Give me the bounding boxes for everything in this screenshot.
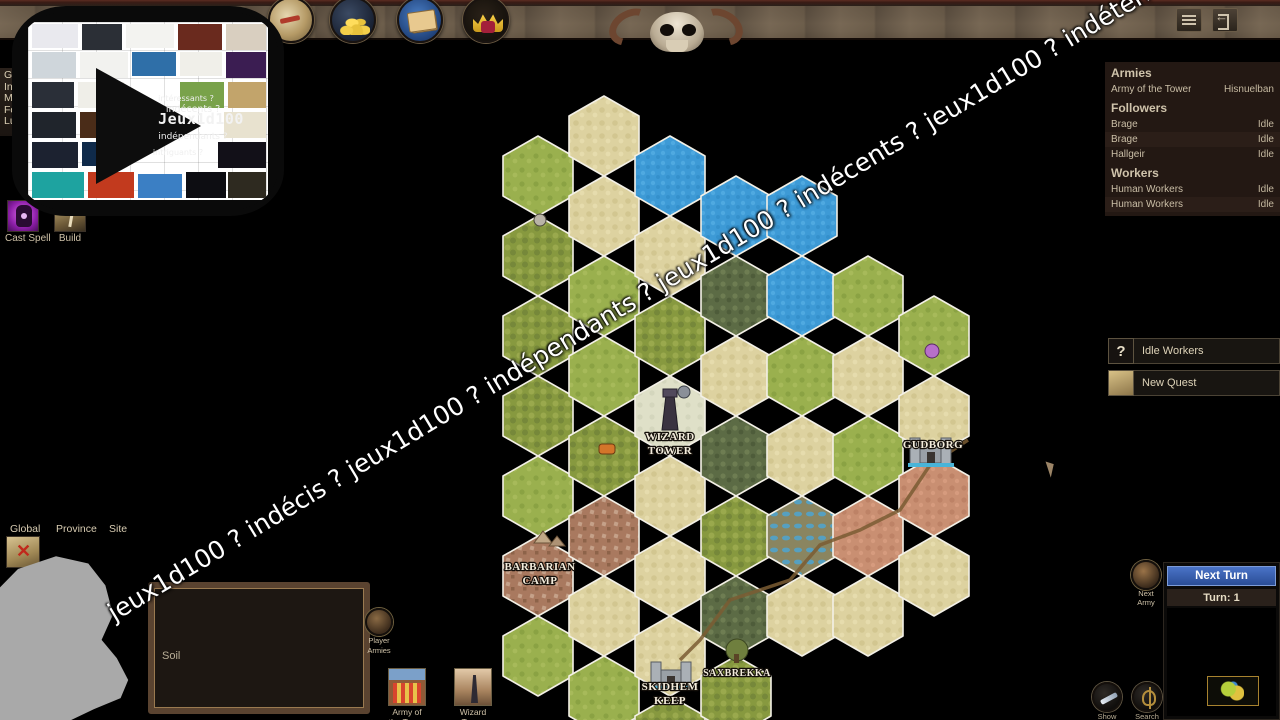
- book-page-front: [406, 9, 438, 33]
- new-quest-label: New Quest: [1134, 370, 1280, 396]
- tab-global[interactable]: Global: [10, 523, 40, 535]
- roster-section-title-armies: Armies: [1111, 66, 1152, 80]
- resource-marker-ore: [598, 443, 616, 455]
- cast-spell-label: Cast Spell: [5, 233, 51, 244]
- minimap[interactable]: [1167, 608, 1276, 716]
- channel-branding-overlay: intéressants ? indécents ? Jeux1d100 ind…: [18, 12, 278, 210]
- roster-row-name: Brage: [1111, 119, 1138, 130]
- question-mark-icon: ?: [1108, 338, 1134, 364]
- map-label-gudborg: GUDBORG: [903, 439, 963, 451]
- alerts-panel: ? Idle Workers New Quest: [1108, 338, 1280, 402]
- map-label-wizard-tower-line2: TOWER: [648, 445, 693, 457]
- map-label-barbarian-camp-line1: BARBARIAN: [504, 561, 575, 573]
- tab-site[interactable]: Site: [109, 523, 127, 535]
- exit-icon: [1215, 9, 1232, 30]
- roster-row-army[interactable]: Army of the Tower Hisnuelban: [1105, 82, 1280, 97]
- roster-row-name: Human Workers: [1111, 184, 1184, 195]
- tagline-3: intriguants ?: [152, 148, 204, 157]
- info-panel-text: Soil: [162, 650, 181, 662]
- turn-panel: Next Turn Turn: 1: [1163, 562, 1280, 720]
- map-label-skidhem-line2: KEEP: [654, 695, 686, 707]
- roster-row-worker[interactable]: Human Workers Idle: [1105, 197, 1280, 212]
- gold-coins-glyph: [340, 13, 370, 35]
- turn-counter: Turn: 1: [1167, 589, 1276, 606]
- map-label-skidhem-line1: SKIDHEM: [642, 681, 699, 693]
- player-armies-label-line1: Player: [368, 636, 390, 645]
- roster-row-value: Idle: [1257, 149, 1274, 160]
- resource-marker-arcane: [924, 343, 940, 359]
- roster-row-value: Idle: [1257, 134, 1274, 145]
- map-label-saxbrekka: SAXBREKKA: [703, 668, 771, 679]
- minimap-thumbnail[interactable]: [1207, 676, 1259, 706]
- roster-row-name: Army of the Tower: [1111, 84, 1192, 95]
- player-armies-icon: [365, 608, 393, 636]
- channel-name: Jeux1d100: [158, 110, 244, 128]
- map-label-barbarian-camp-line2: CAMP: [523, 575, 558, 587]
- next-army-icon: [1131, 560, 1161, 590]
- roster-section-title-followers: Followers: [1111, 101, 1168, 115]
- idle-workers-label: Idle Workers: [1134, 338, 1280, 364]
- crown-gem-glyph: [481, 21, 495, 33]
- tagline-2: indépendants ?: [158, 132, 228, 142]
- cast-spell-button[interactable]: Cast Spell: [5, 200, 51, 244]
- roster-row-value: Idle: [1257, 199, 1274, 210]
- roster-section-title-workers: Workers: [1111, 166, 1159, 180]
- game-screen: WIZARD TOWER GUDBORG BARBARIAN CAMP SKID…: [0, 0, 1280, 720]
- show-filters-button[interactable]: Show Filters: [1089, 682, 1125, 720]
- telescope-icon: [1092, 682, 1122, 712]
- resource-marker-stone: [533, 213, 547, 227]
- next-turn-button[interactable]: Next Turn: [1167, 566, 1276, 586]
- next-army-label-line2: Army: [1137, 597, 1155, 607]
- roster-row-follower[interactable]: Brage Idle: [1105, 117, 1280, 132]
- idle-workers-alert[interactable]: ? Idle Workers: [1108, 338, 1280, 364]
- unit-card-wizard-tower[interactable]: Wizard Tower: [452, 668, 494, 720]
- scroll-icon: [1108, 370, 1134, 396]
- roster-row-value: Idle: [1257, 119, 1274, 130]
- search-button[interactable]: Search: [1129, 682, 1165, 720]
- roster-row-follower[interactable]: Hallgeir Idle: [1105, 147, 1280, 162]
- roster-row-name: Hallgeir: [1111, 149, 1145, 160]
- exit-button[interactable]: [1212, 8, 1238, 32]
- info-panel: Soil: [148, 582, 370, 714]
- player-armies-label-line2: Armies: [367, 645, 391, 655]
- roster-panel: Armies Army of the Tower Hisnuelban Foll…: [1105, 62, 1280, 216]
- roster-row-name: Brage: [1111, 134, 1138, 145]
- build-label: Build: [58, 233, 82, 244]
- unit-card-label: Army of the Tower: [389, 707, 426, 720]
- roster-row-value: Idle: [1257, 184, 1274, 195]
- player-armies-button[interactable]: Player Armies: [363, 608, 395, 655]
- spell-hand-icon: [7, 200, 39, 232]
- unit-card-label: Wizard Tower: [459, 707, 487, 720]
- compass-icon: [1132, 682, 1162, 712]
- next-army-button[interactable]: Next Army: [1128, 560, 1164, 607]
- search-label: Search: [1135, 712, 1159, 720]
- unit-card-army-of-the-tower[interactable]: Army of the Tower: [386, 668, 428, 720]
- roster-row-name: Human Workers: [1111, 199, 1184, 210]
- roster-row-follower[interactable]: Brage Idle: [1105, 132, 1280, 147]
- roster-row-worker[interactable]: Human Workers Idle: [1105, 182, 1280, 197]
- tower-thumbnail: [454, 668, 492, 706]
- menu-button[interactable]: [1176, 8, 1202, 32]
- army-thumbnail: [388, 668, 426, 706]
- new-quest-alert[interactable]: New Quest: [1108, 370, 1280, 396]
- show-filters-label: Show Filters: [1097, 712, 1117, 720]
- map-label-wizard-tower-line1: WIZARD: [645, 431, 694, 443]
- roster-row-value: Hisnuelban: [1223, 84, 1274, 95]
- tagline-0: intéressants ?: [158, 94, 214, 103]
- tab-province[interactable]: Province: [56, 523, 97, 535]
- explore-map-icon: [6, 536, 40, 568]
